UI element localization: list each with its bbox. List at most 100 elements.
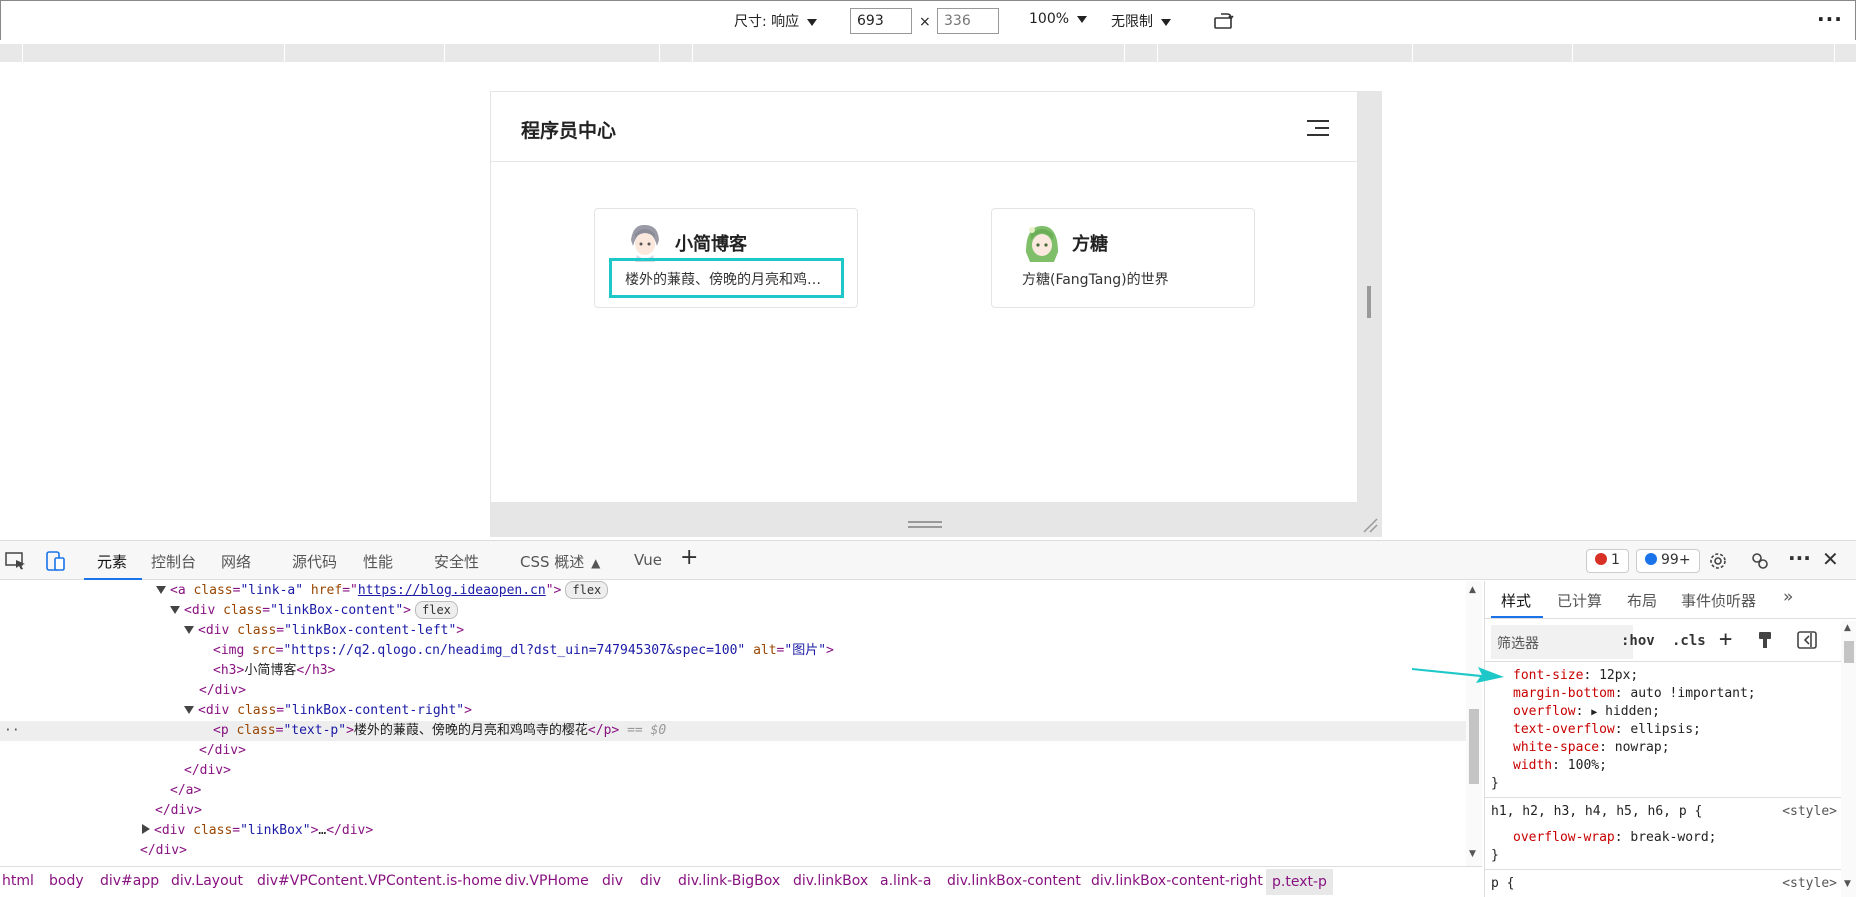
breadcrumb-item[interactable]: div#VPContent.VPContent.is-home — [257, 873, 502, 889]
divider — [1485, 797, 1841, 798]
tab-vue[interactable]: Vue — [634, 551, 662, 569]
tab-styles[interactable]: 样式 — [1501, 590, 1531, 611]
link-card-fangtang[interactable]: 方糖 方糖(FangTang)的世界 — [991, 208, 1255, 308]
css-selector[interactable]: h1, h2, h3, h4, h5, h6, p {<style> — [1491, 803, 1847, 821]
width-input[interactable] — [850, 8, 912, 34]
resize-handle-right[interactable] — [1367, 286, 1371, 318]
dom-node[interactable]: <div class="linkBox-content-left"> — [0, 621, 1466, 641]
more-options-icon[interactable]: ··· — [1788, 546, 1811, 570]
expand-triangle-icon[interactable] — [156, 586, 166, 594]
tab-network[interactable]: 网络 — [221, 551, 251, 572]
css-declaration[interactable]: text-overflow: ellipsis; — [1513, 721, 1856, 739]
height-input[interactable] — [937, 8, 999, 34]
scrollbar-thumb[interactable] — [1469, 709, 1479, 784]
dom-node[interactable]: </a> — [0, 781, 1466, 801]
add-rule-icon[interactable]: + — [1719, 627, 1732, 652]
sidebar-toggle-icon[interactable] — [1797, 631, 1817, 649]
dom-node[interactable]: </div> — [0, 841, 1466, 861]
css-declaration[interactable]: overflow: ▶ hidden; — [1513, 703, 1856, 721]
expand-triangle-icon[interactable] — [184, 626, 194, 634]
tab-console[interactable]: 控制台 — [151, 551, 196, 572]
dimensions-dropdown[interactable]: 尺寸: 响应 — [734, 11, 818, 31]
tab-computed[interactable]: 已计算 — [1557, 590, 1602, 611]
css-selector[interactable]: p {<style> — [1491, 875, 1847, 893]
tab-elements[interactable]: 元素 — [97, 551, 127, 572]
expand-triangle-icon[interactable] — [184, 706, 194, 714]
node-text: 楼外的蒹葭、傍晚的月亮和鸡鸣寺的樱花 — [353, 723, 588, 738]
dom-node[interactable]: <h3>小简博客</h3> — [0, 661, 1466, 681]
style-source[interactable]: <style> — [1782, 803, 1837, 821]
dom-node-selected[interactable]: ·· <p class="text-p">楼外的蒹葭、傍晚的月亮和鸡鸣寺的樱花<… — [0, 721, 1466, 741]
dom-node[interactable]: </div> — [0, 801, 1466, 821]
resize-corner-icon[interactable] — [1362, 517, 1378, 533]
more-tabs-icon[interactable]: » — [1783, 587, 1793, 607]
breadcrumb-item[interactable]: div#app — [100, 873, 159, 889]
inspect-icon[interactable] — [5, 552, 27, 570]
resize-handle-bottom[interactable] — [908, 521, 942, 528]
styles-scrollbar[interactable]: ▲ ▼ — [1841, 621, 1856, 897]
dom-node[interactable]: <img src="https://q2.qlogo.cn/headimg_dl… — [0, 641, 1466, 661]
filter-input[interactable]: 筛选器 — [1491, 625, 1633, 659]
dom-node[interactable]: </div> — [0, 681, 1466, 701]
zoom-dropdown[interactable]: 100% — [1029, 11, 1088, 27]
throttle-dropdown[interactable]: 无限制 — [1111, 11, 1171, 31]
hov-button[interactable]: :hov — [1621, 633, 1655, 649]
css-declaration[interactable]: width: 100%; — [1513, 757, 1856, 775]
rotate-icon[interactable] — [1213, 12, 1235, 30]
attr-value: "linkBox-content-right" — [284, 703, 465, 718]
tab-css-overview-label: CSS 概述 — [520, 553, 585, 571]
scrollbar-thumb[interactable] — [1844, 641, 1854, 663]
emulated-viewport: 程序员中心 小简博客 楼外的蒹葭、傍晚的月亮和鸡鸣 方糖 方糖(FangTang… — [490, 91, 1382, 537]
css-declaration[interactable]: overflow-wrap: break-word; — [1513, 829, 1856, 847]
caret-down-icon — [1161, 18, 1171, 26]
breadcrumb-item[interactable]: a.link-a — [880, 873, 931, 889]
breadcrumb-item-current[interactable]: p.text-p — [1266, 869, 1333, 895]
flex-badge[interactable]: flex — [565, 581, 609, 599]
breadcrumb-item[interactable]: html — [2, 873, 34, 889]
tab-css-overview[interactable]: CSS 概述 ▲ — [520, 551, 600, 572]
tab-layout[interactable]: 布局 — [1627, 590, 1657, 611]
menu-icon[interactable] — [1305, 118, 1329, 138]
attr-value: "图片" — [784, 643, 827, 658]
flex-badge[interactable]: flex — [415, 601, 458, 619]
elements-scrollbar[interactable]: ▲ ▼ — [1466, 581, 1482, 866]
gear-icon[interactable] — [1708, 551, 1728, 571]
css-declaration[interactable]: margin-bottom: auto !important; — [1513, 685, 1856, 703]
cls-button[interactable]: .cls — [1672, 633, 1706, 649]
dom-node[interactable]: <div class="linkBox-content-right"> — [0, 701, 1466, 721]
breadcrumb-item[interactable]: div.linkBox-content — [947, 873, 1081, 889]
breadcrumb-item[interactable]: div.linkBox-content-right — [1091, 873, 1263, 889]
add-tab-icon[interactable]: + — [680, 545, 698, 570]
customize-icon[interactable] — [1750, 551, 1770, 571]
attr-value: "link-a" — [240, 583, 304, 598]
paint-icon[interactable] — [1757, 631, 1773, 649]
breadcrumb-item[interactable]: div.VPHome — [505, 873, 589, 889]
style-source[interactable]: <style> — [1782, 875, 1837, 893]
href-link[interactable]: https://blog.ideaopen.cn — [358, 583, 546, 598]
error-badge[interactable]: 1 — [1586, 549, 1629, 573]
dom-node[interactable]: </div> — [0, 761, 1466, 781]
breadcrumb-item[interactable]: div.linkBox — [793, 873, 868, 889]
tab-performance[interactable]: 性能 — [363, 551, 393, 572]
breadcrumb-item[interactable]: div — [640, 873, 661, 889]
breadcrumb-item[interactable]: body — [49, 873, 84, 889]
tab-sources[interactable]: 源代码 — [292, 551, 337, 572]
css-declaration[interactable]: font-size: 12px; — [1513, 667, 1856, 685]
dom-node[interactable]: <div class="linkBox-content"> flex — [0, 601, 1466, 621]
collapse-triangle-icon[interactable] — [142, 824, 150, 834]
breadcrumb-item[interactable]: div.Layout — [171, 873, 243, 889]
breadcrumb-item[interactable]: div — [602, 873, 623, 889]
dom-node[interactable]: <a class="link-a" href="https://blog.ide… — [0, 581, 1466, 601]
dom-node[interactable]: </div> — [0, 741, 1466, 761]
dom-node[interactable]: <div class="linkBox">…</div> — [0, 821, 1466, 841]
tab-security[interactable]: 安全性 — [434, 551, 479, 572]
message-badge[interactable]: 99+ — [1636, 549, 1700, 573]
expand-triangle-icon[interactable] — [170, 606, 180, 614]
device-toggle-icon[interactable] — [44, 550, 66, 572]
page-title[interactable]: 程序员中心 — [521, 116, 616, 143]
breadcrumb-item[interactable]: div.link-BigBox — [678, 873, 780, 889]
more-icon[interactable]: ··· — [1817, 7, 1843, 31]
close-icon[interactable]: ✕ — [1822, 547, 1839, 571]
css-declaration[interactable]: white-space: nowrap; — [1513, 739, 1856, 757]
tab-event-listeners[interactable]: 事件侦听器 — [1681, 590, 1756, 611]
